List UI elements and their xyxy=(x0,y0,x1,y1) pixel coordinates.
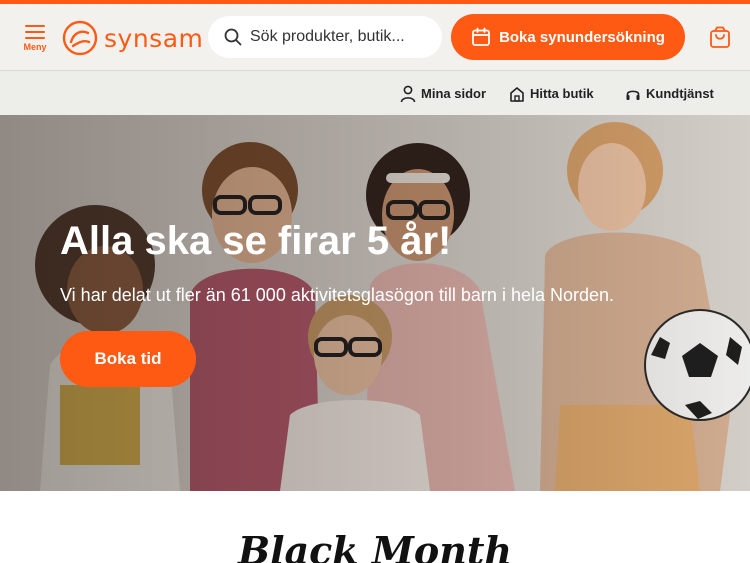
search-box[interactable] xyxy=(208,16,442,58)
synsam-logo[interactable]: synsam xyxy=(62,18,203,58)
site-header: Meny synsam Boka synundersökning xyxy=(0,4,750,70)
calendar-icon xyxy=(472,27,490,46)
hero-subtitle: Vi har delat ut fler än 61 000 aktivitet… xyxy=(60,285,615,305)
person-icon xyxy=(400,85,416,102)
synsam-logo-mark-icon xyxy=(62,20,98,56)
nav-find-store-label: Hitta butik xyxy=(530,86,594,101)
store-icon xyxy=(510,86,524,102)
nav-customer-service[interactable]: Kundtjänst xyxy=(625,71,714,116)
book-appointment-button[interactable]: Boka tid xyxy=(60,331,196,387)
nav-my-pages-label: Mina sidor xyxy=(421,86,487,101)
menu-button[interactable]: Meny xyxy=(18,24,52,64)
book-eye-exam-button[interactable]: Boka synundersökning xyxy=(451,14,685,60)
menu-label: Meny xyxy=(23,42,47,52)
hero-title: Alla ska se firar 5 år! xyxy=(60,219,452,263)
nav-find-store[interactable]: Hitta butik xyxy=(509,71,594,116)
cart-button[interactable] xyxy=(708,25,734,51)
secondary-nav: Mina sidor Hitta butik Kundtjänst xyxy=(0,70,750,115)
hamburger-icon xyxy=(25,25,45,39)
shopping-bag-icon xyxy=(710,26,730,48)
nav-customer-service-label: Kundtjänst xyxy=(646,86,714,101)
headset-icon xyxy=(626,90,640,100)
logo-text: synsam xyxy=(104,23,204,53)
hero-banner: Alla ska se firar 5 år! Vi har delat ut … xyxy=(0,115,750,491)
nav-my-pages[interactable]: Mina sidor xyxy=(400,71,486,116)
book-eye-exam-label: Boka synundersökning xyxy=(499,28,665,46)
section-title: Black Month xyxy=(237,528,513,563)
search-input[interactable] xyxy=(250,28,430,46)
search-icon xyxy=(224,28,242,46)
